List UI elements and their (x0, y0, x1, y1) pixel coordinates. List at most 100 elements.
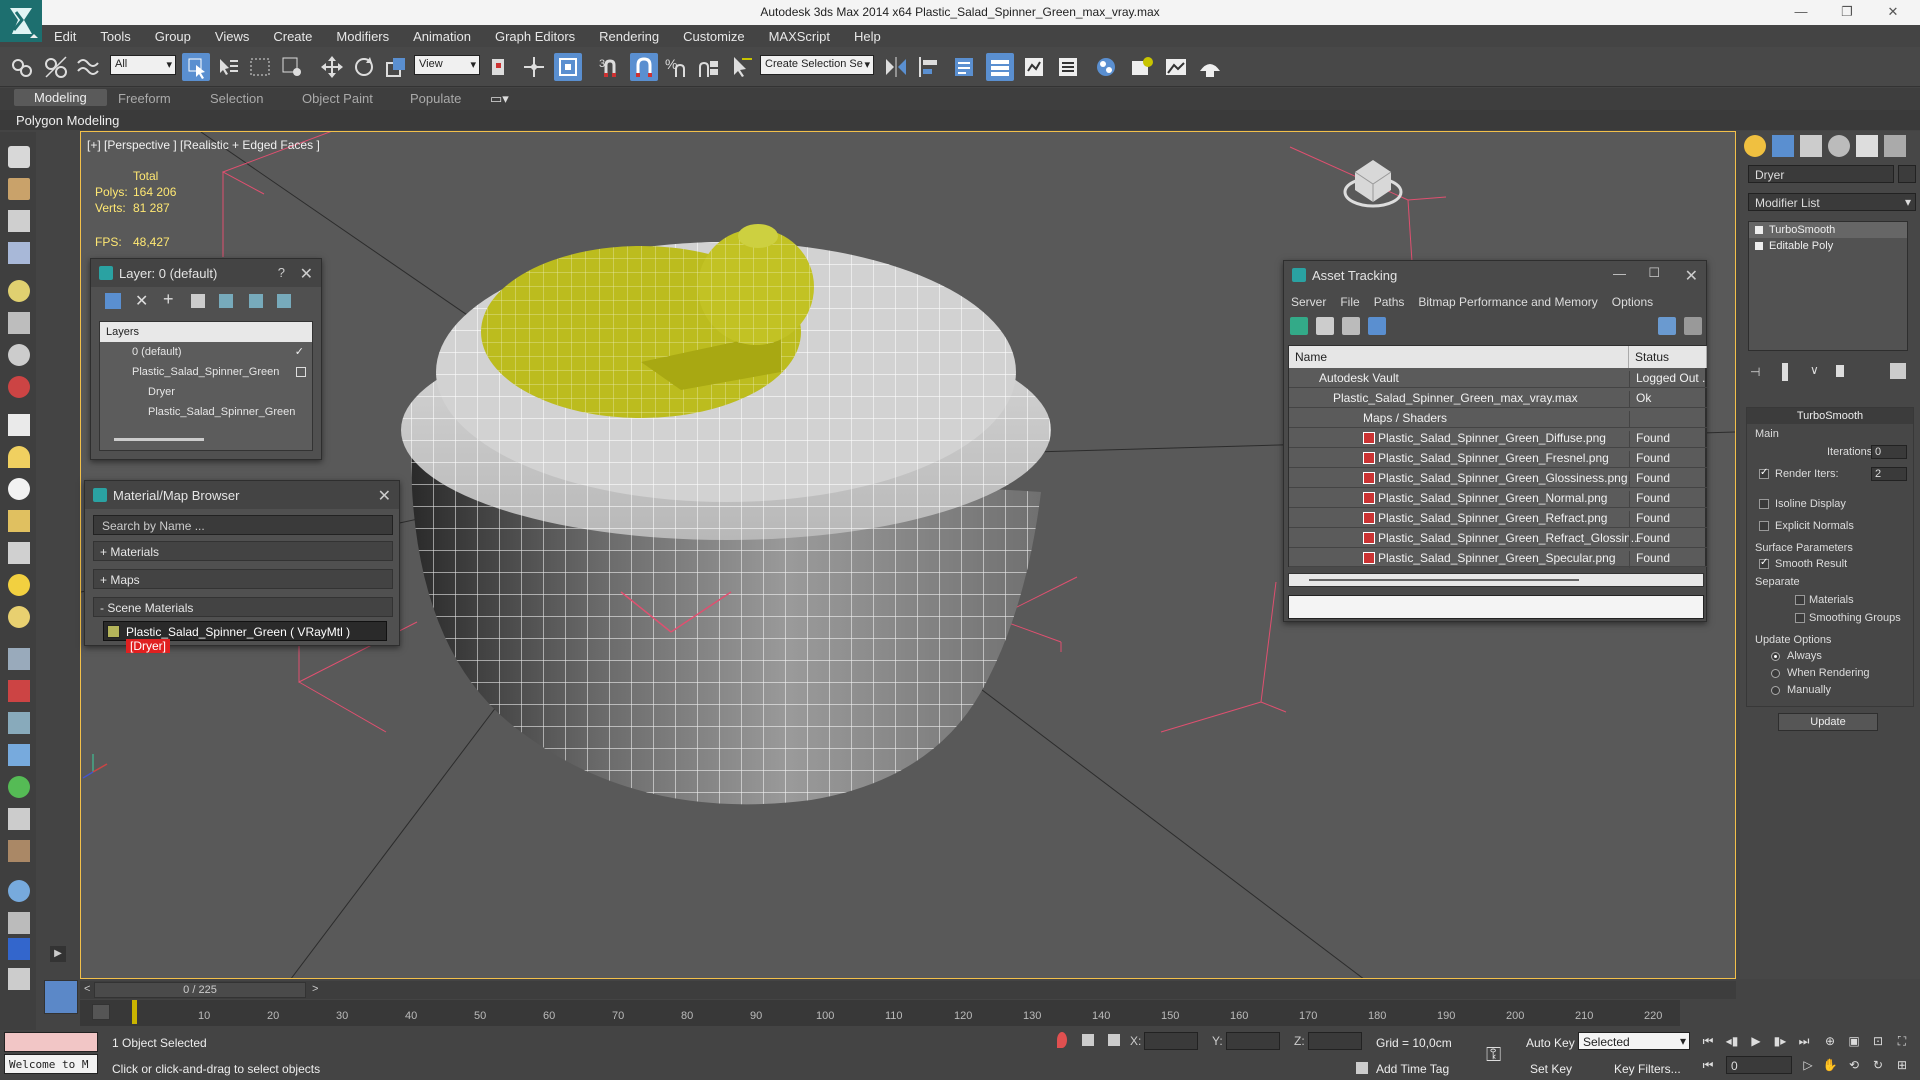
menu-create[interactable]: Create (261, 29, 324, 44)
close-icon[interactable]: ✕ (378, 486, 391, 506)
table-row[interactable]: Maps / Shaders (1289, 408, 1707, 428)
layer-checkbox[interactable] (296, 367, 306, 377)
mirror-icon[interactable] (882, 53, 910, 81)
align-icon[interactable] (914, 53, 942, 81)
selection-filter-dropdown[interactable]: All (110, 55, 176, 75)
light-icon[interactable] (8, 574, 30, 596)
search-input[interactable]: Search by Name ... (93, 515, 393, 535)
select-and-manipulate-icon[interactable] (520, 53, 548, 81)
zoom-extents-all-icon[interactable]: ⊡ (1870, 1034, 1886, 1050)
motion-tab-icon[interactable] (1828, 135, 1850, 157)
select-in-layer-icon[interactable] (191, 294, 205, 308)
delete-layer-icon[interactable]: ✕ (135, 291, 148, 311)
table-row[interactable]: Plastic_Salad_Spinner_Green_max_vray.max… (1289, 388, 1707, 408)
maxscript-welcome[interactable]: Welcome to M (4, 1054, 98, 1074)
ribbon-options-icon[interactable]: ▭▾ (490, 91, 509, 107)
track-bar[interactable]: 10 20 30 40 50 60 70 80 90 100 110 120 1… (80, 1000, 1680, 1026)
folder-icon[interactable] (8, 968, 30, 990)
material-browser-header[interactable]: Material/Map Browser ✕ (85, 481, 399, 509)
stack-item-editable-poly[interactable]: Editable Poly (1749, 238, 1907, 254)
close-icon[interactable]: ✕ (1878, 4, 1908, 22)
show-end-result-icon[interactable] (1782, 363, 1788, 381)
rendered-frame-window-icon[interactable] (1162, 53, 1190, 81)
make-unique-icon[interactable]: ∨ (1810, 363, 1819, 377)
explicit-normals-checkbox[interactable] (1759, 521, 1769, 531)
menu-animation[interactable]: Animation (401, 29, 483, 44)
cloth-icon[interactable] (8, 840, 30, 862)
rollout-header[interactable]: TurboSmooth (1747, 408, 1913, 424)
menu-rendering[interactable]: Rendering (587, 29, 671, 44)
keyboard-shortcut-override-icon[interactable] (554, 53, 582, 81)
manually-radio[interactable] (1771, 686, 1780, 695)
geosphere-icon[interactable] (8, 510, 30, 532)
camera-icon[interactable] (8, 344, 30, 366)
previous-frame-icon[interactable]: ◂▮ (1724, 1034, 1740, 1050)
spinner-snap-icon[interactable] (694, 53, 722, 81)
ribbon-panel-label[interactable]: Polygon Modeling (16, 113, 119, 128)
help-icon[interactable]: ? (278, 265, 285, 280)
minimize-icon[interactable]: — (1786, 4, 1816, 22)
materials-checkbox[interactable] (1795, 595, 1805, 605)
table-row[interactable]: Plastic_Salad_Spinner_Green_Fresnel.png F… (1289, 448, 1707, 468)
walk-through-icon[interactable]: ⟲ (1846, 1058, 1862, 1074)
hierarchy-tab-icon[interactable] (1800, 135, 1822, 157)
configure-modifier-sets-icon[interactable] (1890, 363, 1906, 379)
next-frame-icon[interactable]: ▮▸ (1772, 1034, 1788, 1050)
create-tab-icon[interactable] (1744, 135, 1766, 157)
when-rendering-radio[interactable] (1771, 669, 1780, 678)
layer-row-dryer[interactable]: Dryer (100, 382, 312, 402)
time-slider[interactable]: < 0 / 225 > (80, 981, 1736, 999)
time-slider-thumb[interactable]: 0 / 225 (94, 982, 306, 998)
table-row[interactable]: Plastic_Salad_Spinner_Green_Specular.png… (1289, 548, 1707, 568)
prev-frame-icon[interactable]: < (84, 983, 90, 995)
display-panel-icon[interactable] (8, 280, 30, 302)
play-icon[interactable]: ▶ (1748, 1034, 1764, 1050)
highlight-layer-icon[interactable] (219, 294, 233, 308)
render-production-icon[interactable] (1196, 53, 1224, 81)
utilities-tab-icon[interactable] (1884, 135, 1906, 157)
add-time-tag[interactable]: Add Time Tag (1376, 1062, 1449, 1076)
snaps-toggle-icon[interactable]: 3 (596, 53, 624, 81)
sphere-icon[interactable] (8, 478, 30, 500)
zoom-extents-icon[interactable]: ▣ (1846, 1034, 1862, 1050)
table-row[interactable]: Plastic_Salad_Spinner_Green_Glossiness.p… (1289, 468, 1707, 488)
table-view-icon[interactable] (1342, 317, 1360, 335)
edit-named-selections-icon[interactable] (728, 53, 756, 81)
tab-selection[interactable]: Selection (210, 91, 263, 106)
toggle-layer-explorer-icon[interactable] (986, 53, 1014, 81)
app-logo-icon[interactable] (0, 0, 42, 42)
go-to-start-icon[interactable]: ⏮ (1700, 1034, 1716, 1050)
layer-row-default[interactable]: 0 (default) ✓ (100, 342, 312, 362)
asset-menu-server[interactable]: Server (1284, 293, 1333, 311)
pin-stack-icon[interactable]: ⊣ (1750, 365, 1760, 379)
selection-lock-icon[interactable] (1082, 1034, 1094, 1046)
maxscript-listener-field[interactable] (4, 1032, 98, 1052)
scene-material-item[interactable]: Plastic_Salad_Spinner_Green ( VRayMtl ) … (103, 621, 387, 653)
menu-edit[interactable]: Edit (42, 29, 88, 44)
rectangular-selection-icon[interactable] (246, 53, 274, 81)
render-icon[interactable] (8, 376, 30, 398)
tab-freeform[interactable]: Freeform (118, 91, 171, 106)
motion-panel-icon[interactable] (8, 242, 30, 264)
close-icon[interactable]: ✕ (1685, 266, 1698, 286)
modifier-toggle-icon[interactable] (1755, 226, 1763, 234)
set-key-button[interactable]: Set Key (1530, 1062, 1572, 1076)
create-layer-icon[interactable] (105, 293, 121, 309)
menu-tools[interactable]: Tools (88, 29, 142, 44)
active-layer-check-icon[interactable]: ✓ (295, 345, 304, 358)
restore-icon[interactable]: ❐ (1832, 4, 1862, 22)
render-iters-spinner[interactable]: 2 (1871, 467, 1907, 481)
playhead[interactable] (132, 1000, 137, 1024)
percent-snap-icon[interactable]: % (662, 53, 690, 81)
smoothing-groups-checkbox[interactable] (1795, 613, 1805, 623)
hide-all-layers-icon[interactable] (249, 294, 263, 308)
graphite-toolbar-icon[interactable] (1020, 53, 1048, 81)
asset-tracking-header[interactable]: Asset Tracking — ☐ ✕ (1284, 261, 1706, 291)
stack-item-turbosmooth[interactable]: TurboSmooth (1749, 222, 1907, 238)
unlink-icon[interactable] (42, 53, 70, 81)
open-mini-curve-editor-icon[interactable] (92, 1004, 110, 1020)
object-color-swatch[interactable] (1898, 165, 1916, 183)
select-and-link-icon[interactable] (8, 53, 36, 81)
auto-key-button[interactable]: Auto Key (1526, 1036, 1575, 1050)
layer-tree-header[interactable]: Layers (100, 322, 312, 342)
